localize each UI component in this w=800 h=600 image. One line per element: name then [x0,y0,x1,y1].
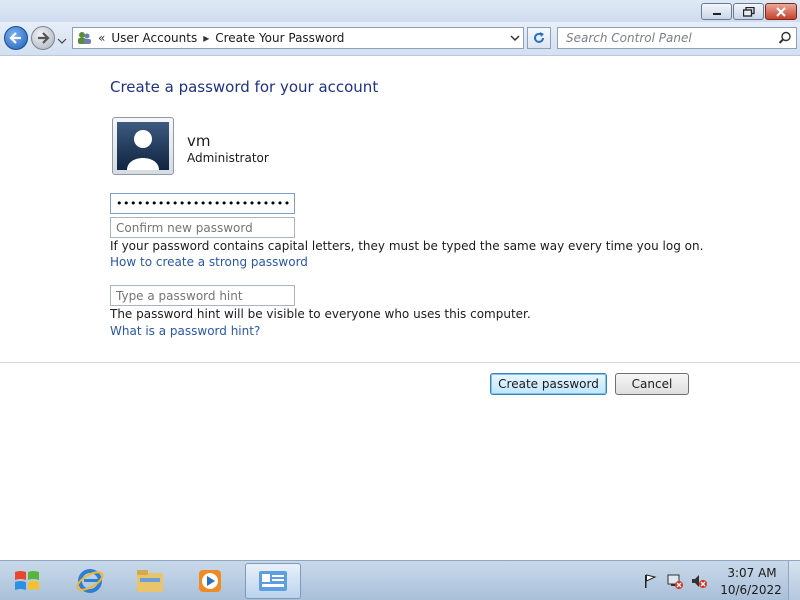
close-icon [776,6,786,17]
user-silhouette-icon [117,122,169,170]
page-title: Create a password for your account [110,78,379,96]
windows-start-icon [15,571,39,590]
user-role: Administrator [187,151,269,165]
confirm-password-field[interactable] [110,217,295,238]
password-hint-help-link[interactable]: What is a password hint? [110,324,260,338]
internet-explorer-icon [76,569,104,593]
close-button[interactable] [765,3,797,20]
divider [0,362,800,363]
file-explorer-icon [137,570,163,592]
main-content: Create a password for your account vm Ad… [0,57,800,560]
restore-button[interactable] [733,3,764,20]
avatar [112,117,174,175]
refresh-button[interactable] [527,27,551,49]
create-password-button[interactable]: Create password [490,373,607,395]
start-button[interactable] [10,565,44,597]
taskbar-media-player[interactable] [182,563,238,599]
taskbar-control-panel[interactable] [245,563,301,599]
cancel-button[interactable]: Cancel [615,373,689,395]
media-player-icon [199,570,221,592]
minimize-icon [712,12,721,15]
forward-button[interactable] [31,26,55,50]
taskbar-internet-explorer[interactable] [62,563,118,599]
chevron-down-icon[interactable] [509,32,521,44]
control-panel-icon [259,571,287,591]
search-input[interactable]: Search Control Panel [557,27,797,49]
breadcrumb-create-your-password[interactable]: Create Your Password [215,31,344,45]
breadcrumb-overflow[interactable]: « [98,31,105,45]
password-hint-field[interactable] [110,285,295,306]
new-password-field[interactable] [110,193,295,214]
minimize-button[interactable] [701,3,732,20]
user-accounts-icon [78,32,91,44]
search-icon[interactable] [778,31,792,45]
chevron-down-icon [57,38,67,44]
clock-time[interactable]: 3:07 AM [722,566,782,580]
hint-visibility-note: The password hint will be visible to eve… [110,307,531,321]
network-error-icon[interactable] [667,573,683,589]
arrow-left-icon [9,32,21,44]
volume-muted-icon[interactable] [691,573,707,589]
strong-password-link[interactable]: How to create a strong password [110,255,308,269]
clock-date[interactable]: 10/6/2022 [716,583,786,597]
restore-icon [742,6,755,17]
refresh-icon [534,32,544,43]
taskbar: 3:07 AM 10/6/2022 [0,560,800,600]
breadcrumb-separator[interactable]: ▸ [203,31,209,45]
window-title-bar [0,0,800,22]
address-bar[interactable]: « User Accounts ▸ Create Your Password [72,27,524,49]
back-button[interactable] [4,26,28,50]
recent-pages-dropdown[interactable] [57,32,67,44]
breadcrumb-user-accounts[interactable]: User Accounts [111,31,197,45]
taskbar-file-explorer[interactable] [122,563,178,599]
arrow-right-icon [38,32,50,44]
user-name: vm [187,132,211,150]
action-center-flag-icon[interactable] [642,573,658,589]
search-placeholder: Search Control Panel [566,31,692,45]
navigation-toolbar: « User Accounts ▸ Create Your Password S… [0,22,800,56]
show-desktop-button[interactable] [788,561,800,600]
caps-lock-note: If your password contains capital letter… [110,239,704,253]
